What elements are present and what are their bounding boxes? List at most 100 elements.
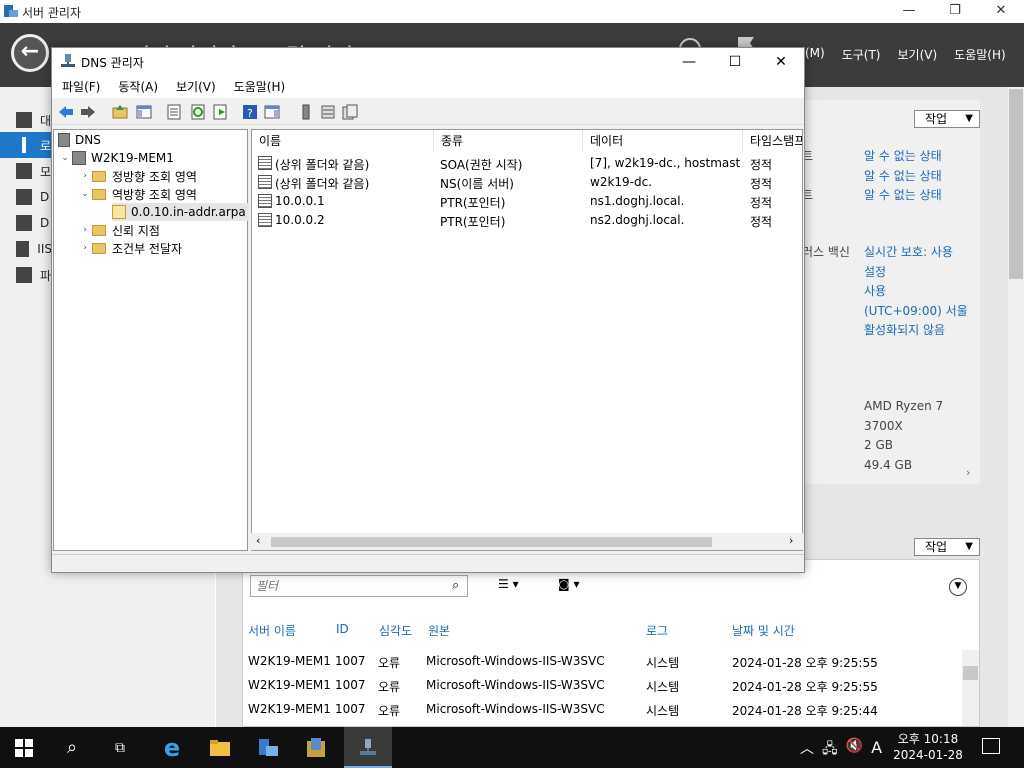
- col-source[interactable]: 원본: [428, 622, 450, 639]
- forward-arrow-icon[interactable]: [80, 104, 96, 120]
- chevron-down-icon[interactable]: ⌄: [58, 153, 72, 163]
- sidebar-item-ad[interactable]: D: [0, 184, 52, 210]
- up-folder-icon[interactable]: [112, 104, 128, 120]
- help-icon[interactable]: ?: [242, 104, 258, 120]
- tree-zone-selected[interactable]: 0.0.10.in-addr.arpa: [112, 203, 249, 221]
- property-value[interactable]: 사용: [864, 282, 980, 302]
- property-value[interactable]: 알 수 없는 상태: [864, 167, 980, 187]
- tree-forward-lookup[interactable]: › 정방향 조회 영역: [78, 167, 197, 185]
- scroll-left-icon[interactable]: ‹: [256, 534, 260, 547]
- property-value[interactable]: 설정: [864, 263, 980, 283]
- new-record-icon[interactable]: [342, 104, 358, 120]
- maximize-button[interactable]: ❐: [932, 0, 978, 23]
- table-row[interactable]: W2K19-MEM1 1007 오류 Microsoft-Windows-IIS…: [248, 702, 968, 722]
- events-scrollbar[interactable]: [962, 650, 979, 726]
- volume-muted-icon[interactable]: 🔇: [846, 738, 863, 762]
- property-value[interactable]: 실시간 보호: 사용: [864, 243, 980, 263]
- refresh-icon[interactable]: [190, 104, 206, 120]
- dns-maximize-button[interactable]: ☐: [712, 48, 758, 76]
- server-manager-taskbar-button[interactable]: [244, 727, 292, 768]
- menu-view[interactable]: 보기(V): [898, 46, 938, 63]
- search-button[interactable]: ⌕: [48, 727, 96, 768]
- col-id[interactable]: ID: [336, 622, 349, 636]
- save-query-icon[interactable]: ◙ ▾: [558, 577, 594, 591]
- menu-help[interactable]: 도움말(H): [224, 76, 286, 98]
- tree-reverse-lookup[interactable]: ⌄ 역방향 조회 영역: [78, 185, 197, 203]
- menu-action[interactable]: 동작(A): [108, 76, 158, 98]
- main-scroll-thumb[interactable]: [1009, 89, 1023, 279]
- table-row[interactable]: W2K19-MEM1 1007 오류 Microsoft-Windows-IIS…: [248, 654, 968, 674]
- admin-tools-taskbar-button[interactable]: [292, 727, 340, 768]
- internet-explorer-button[interactable]: e: [148, 727, 196, 768]
- list-item[interactable]: (상위 폴더와 같음) SOA(권한 시작) [7], w2k19-dc., h…: [252, 154, 802, 173]
- tasks-button-properties[interactable]: 작업 ▼: [914, 110, 980, 128]
- property-value[interactable]: (UTC+09:00) 서울: [864, 302, 980, 322]
- expand-collapse-icon[interactable]: ▼: [949, 578, 967, 596]
- chevron-right-icon[interactable]: ›: [78, 225, 92, 235]
- tasks-button-events[interactable]: 작업 ▼: [914, 538, 980, 556]
- tree-trust-points[interactable]: › 신뢰 지점: [78, 221, 160, 239]
- tree-conditional-forwarders[interactable]: › 조건부 전달자: [78, 239, 182, 257]
- col-datetime[interactable]: 날짜 및 시간: [732, 622, 795, 639]
- start-button[interactable]: [0, 727, 48, 768]
- scroll-right-icon[interactable]: ›: [789, 534, 793, 547]
- property-value[interactable]: 활성화되지 않음: [864, 321, 980, 341]
- events-scroll-thumb[interactable]: [963, 666, 978, 680]
- chevron-down-icon[interactable]: ⌄: [78, 189, 92, 199]
- col-type[interactable]: 종류: [434, 130, 583, 152]
- minimize-button[interactable]: —: [886, 0, 932, 23]
- filter-input[interactable]: 필터: [250, 575, 468, 597]
- sidebar-item-local-server[interactable]: 로: [0, 132, 52, 158]
- col-timestamp[interactable]: 타임스탬프: [743, 130, 802, 152]
- list-options-icon[interactable]: ☰ ▾: [498, 577, 534, 591]
- list-item[interactable]: 10.0.0.1 PTR(포인터) ns1.doghj.local. 정적: [252, 192, 802, 211]
- menu-manage[interactable]: (M): [805, 46, 825, 63]
- clock[interactable]: 오후 10:18 2024-01-28: [886, 731, 970, 763]
- col-severity[interactable]: 심각도: [379, 622, 412, 639]
- table-row[interactable]: W2K19-MEM1 1007 오류 Microsoft-Windows-IIS…: [248, 678, 968, 698]
- property-value[interactable]: 알 수 없는 상태: [864, 147, 980, 167]
- dns-manager-taskbar-button[interactable]: [344, 727, 392, 768]
- dns-close-button[interactable]: ✕: [758, 48, 804, 76]
- scroll-right-icon[interactable]: ›: [966, 466, 970, 479]
- record-icon[interactable]: [320, 104, 336, 120]
- chevron-up-icon[interactable]: ︿: [800, 738, 814, 762]
- col-name[interactable]: 이름: [252, 130, 434, 152]
- chevron-right-icon[interactable]: ›: [78, 243, 92, 253]
- menu-help[interactable]: 도움말(H): [954, 46, 1006, 63]
- show-action-pane-icon[interactable]: [264, 104, 280, 120]
- server-icon[interactable]: [298, 104, 314, 120]
- back-button[interactable]: ←: [11, 34, 49, 72]
- back-arrow-icon[interactable]: [58, 104, 74, 120]
- list-item[interactable]: 10.0.0.2 PTR(포인터) ns2.doghj.local. 정적: [252, 211, 802, 230]
- file-explorer-button[interactable]: [196, 727, 244, 768]
- properties-icon[interactable]: [166, 104, 182, 120]
- ime-indicator[interactable]: A: [871, 738, 882, 762]
- network-icon[interactable]: 🖧: [822, 738, 838, 762]
- sidebar-item-file-services[interactable]: 파: [0, 262, 52, 288]
- sidebar-item-all-servers[interactable]: 모: [0, 158, 52, 184]
- col-log[interactable]: 로그: [646, 622, 668, 639]
- property-value[interactable]: 알 수 없는 상태: [864, 186, 980, 206]
- list-item[interactable]: (상위 폴더와 같음) NS(이름 서버) w2k19-dc. 정적: [252, 173, 802, 192]
- dns-horizontal-scroll-thumb[interactable]: [271, 537, 712, 547]
- sidebar-item-iis[interactable]: IIS: [0, 236, 52, 262]
- tree-server[interactable]: ⌄ W2K19-MEM1: [58, 149, 174, 167]
- close-button[interactable]: ✕: [978, 0, 1024, 23]
- notification-center-icon[interactable]: [982, 738, 1000, 754]
- sidebar-item-dashboard[interactable]: 대: [0, 107, 52, 133]
- chevron-right-icon[interactable]: ›: [78, 171, 92, 181]
- sidebar-item-dns[interactable]: D: [0, 210, 52, 236]
- col-server-name[interactable]: 서버 이름: [248, 622, 296, 639]
- menu-file[interactable]: 파일(F): [52, 76, 100, 98]
- menu-tools[interactable]: 도구(T): [842, 46, 881, 63]
- show-hide-console-tree-icon[interactable]: [136, 104, 152, 120]
- col-data[interactable]: 데이터: [583, 130, 743, 152]
- dns-minimize-button[interactable]: —: [666, 48, 712, 76]
- cell-timestamp: 정적: [750, 196, 773, 210]
- menu-view[interactable]: 보기(V): [166, 76, 216, 98]
- tree-root-dns[interactable]: DNS: [58, 131, 101, 149]
- search-icon[interactable]: ⌕: [452, 578, 459, 593]
- task-view-button[interactable]: ⧉: [96, 727, 144, 768]
- export-list-icon[interactable]: [212, 104, 228, 120]
